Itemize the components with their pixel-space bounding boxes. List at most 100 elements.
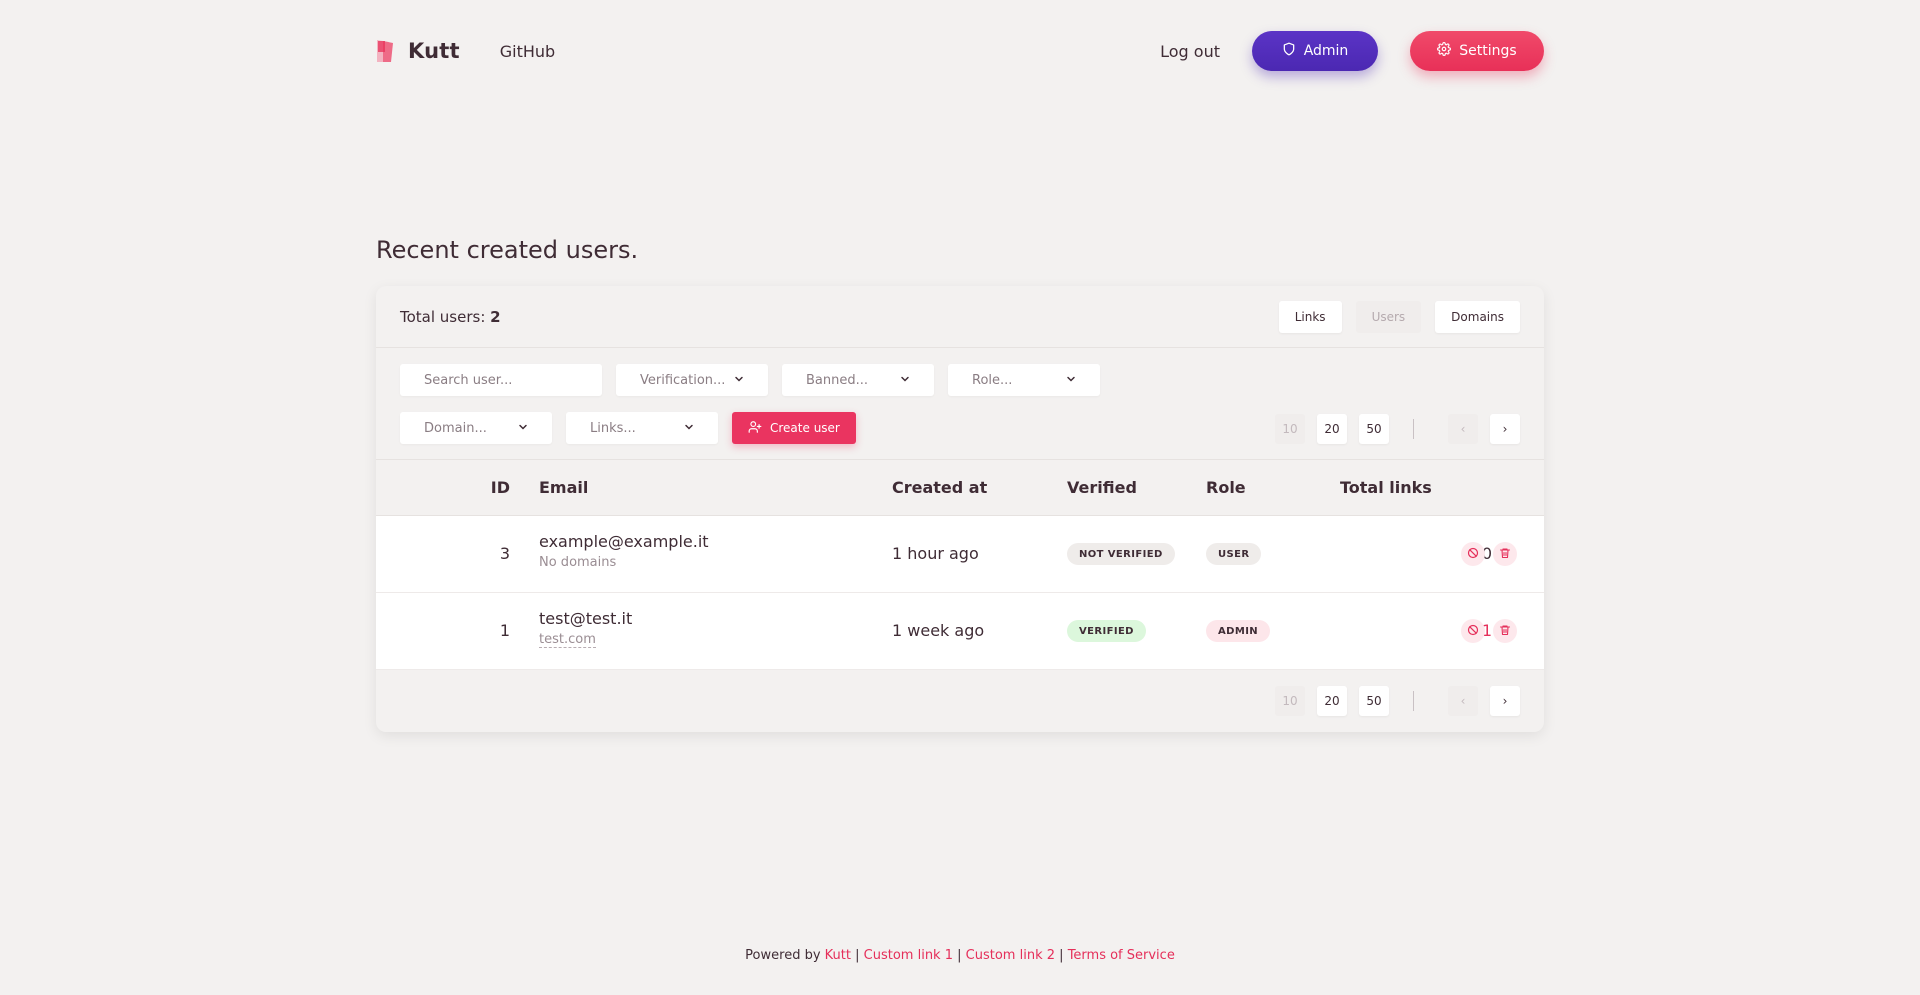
page-size-10[interactable]: 10 <box>1275 414 1305 444</box>
verification-select[interactable]: Verification... <box>616 364 768 396</box>
role-badge: USER <box>1206 543 1262 565</box>
row-actions <box>1461 619 1517 643</box>
header-actions: Log out Admin Settings <box>1160 31 1544 71</box>
search-user-input[interactable] <box>400 364 602 396</box>
delete-user-button[interactable] <box>1493 619 1517 643</box>
chevron-down-icon <box>900 373 910 388</box>
admin-button[interactable]: Admin <box>1252 31 1378 71</box>
top-nav: Kutt GitHub Log out Admin Settings <box>376 28 1544 74</box>
verified-badge: VERIFIED <box>1067 620 1146 642</box>
chevron-right-icon: › <box>1502 694 1508 708</box>
trash-icon <box>1499 547 1511 562</box>
page-size-20[interactable]: 20 <box>1317 414 1347 444</box>
prev-page-button[interactable]: ‹ <box>1448 686 1478 716</box>
next-page-button[interactable]: › <box>1490 414 1520 444</box>
chevron-down-icon <box>1066 373 1076 388</box>
footer-separator: | <box>855 948 860 963</box>
role-select-value: Role... <box>972 372 1013 388</box>
settings-button[interactable]: Settings <box>1410 31 1544 71</box>
header-email: Email <box>539 478 589 497</box>
logout-link[interactable]: Log out <box>1160 42 1220 61</box>
header-id: ID <box>490 478 510 497</box>
ban-user-button[interactable] <box>1461 542 1485 566</box>
table-row: 3 example@example.it No domains 1 hour a… <box>376 516 1544 593</box>
terms-of-service-link[interactable]: Terms of Service <box>1068 948 1175 963</box>
gear-icon <box>1437 42 1452 60</box>
ban-icon <box>1467 624 1479 639</box>
page-size-50[interactable]: 50 <box>1359 414 1389 444</box>
tab-users[interactable]: Users <box>1355 300 1422 333</box>
card-header: Total users: 2 Links Users Domains <box>376 286 1544 348</box>
header-role: Role <box>1206 478 1246 497</box>
page: Kutt GitHub Log out Admin Settings Recen… <box>0 0 1920 995</box>
row-domain-link[interactable]: test.com <box>539 632 596 648</box>
domain-select-value: Domain... <box>424 420 487 436</box>
powered-by-text: Powered by <box>745 948 821 963</box>
prev-page-button[interactable]: ‹ <box>1448 414 1478 444</box>
verification-select-value: Verification... <box>640 372 726 388</box>
header-verified: Verified <box>1067 478 1137 497</box>
pagination-top: 10 20 50 ‹ › <box>1275 414 1520 444</box>
row-domains: No domains <box>539 555 617 570</box>
total-users: Total users: 2 <box>400 308 501 326</box>
github-link[interactable]: GitHub <box>500 42 555 61</box>
role-badge: ADMIN <box>1206 620 1271 642</box>
chevron-down-icon <box>734 373 744 388</box>
settings-button-label: Settings <box>1459 43 1517 59</box>
domain-select[interactable]: Domain... <box>400 412 552 444</box>
admin-button-label: Admin <box>1303 43 1349 59</box>
custom-link-2[interactable]: Custom link 2 <box>966 948 1055 963</box>
row-id: 1 <box>499 621 510 640</box>
ban-icon <box>1467 547 1479 562</box>
banned-select-value: Banned... <box>806 372 869 388</box>
page-size-50[interactable]: 50 <box>1359 686 1389 716</box>
logo-link[interactable]: Kutt <box>376 38 460 64</box>
pagination-divider <box>1413 419 1414 439</box>
logo-text: Kutt <box>408 39 460 63</box>
tab-links[interactable]: Links <box>1278 300 1342 333</box>
create-user-button[interactable]: Create user <box>732 412 856 444</box>
ban-user-button[interactable] <box>1461 619 1485 643</box>
chevron-right-icon: › <box>1502 422 1508 436</box>
tab-domains[interactable]: Domains <box>1435 300 1520 333</box>
role-select[interactable]: Role... <box>948 364 1100 396</box>
filters-row-2: Domain... Links... Create user <box>400 412 856 444</box>
page-footer: Powered by Kutt | Custom link 1 | Custom… <box>0 948 1920 963</box>
links-select-value: Links... <box>590 420 636 436</box>
page-size-20[interactable]: 20 <box>1317 686 1347 716</box>
footer-separator: | <box>1059 948 1064 963</box>
chevron-down-icon <box>684 421 694 436</box>
row-id: 3 <box>499 544 510 563</box>
chevron-left-icon: ‹ <box>1460 694 1466 708</box>
links-select[interactable]: Links... <box>566 412 718 444</box>
row-email: test@test.it <box>539 609 633 628</box>
total-users-label: Total users: <box>400 307 486 326</box>
chevron-left-icon: ‹ <box>1460 422 1466 436</box>
row-created-at: 1 week ago <box>892 621 985 640</box>
shield-icon <box>1282 42 1296 60</box>
create-user-label: Create user <box>770 421 840 435</box>
row-actions <box>1461 542 1517 566</box>
chevron-down-icon <box>518 421 528 436</box>
footer-separator: | <box>957 948 962 963</box>
row-created-at: 1 hour ago <box>892 544 979 563</box>
banned-select[interactable]: Banned... <box>782 364 934 396</box>
delete-user-button[interactable] <box>1493 542 1517 566</box>
page-title: Recent created users. <box>376 236 639 264</box>
trash-icon <box>1499 624 1511 639</box>
pagination-divider <box>1413 691 1414 711</box>
table-row: 1 test@test.it test.com 1 week ago VERIF… <box>376 593 1544 670</box>
row-email: example@example.it <box>539 532 709 551</box>
user-plus-icon <box>748 420 762 437</box>
row-email-block: test@test.it test.com <box>539 609 632 648</box>
page-size-10[interactable]: 10 <box>1275 686 1305 716</box>
verified-badge: NOT VERIFIED <box>1067 543 1175 565</box>
custom-link-1[interactable]: Custom link 1 <box>864 948 953 963</box>
filters-bar: Verification... Banned... Role... Domain… <box>376 348 1544 460</box>
users-card: Total users: 2 Links Users Domains Verif… <box>376 286 1544 732</box>
total-users-value: 2 <box>490 307 501 326</box>
pagination-bottom: 10 20 50 ‹ › <box>1275 686 1520 716</box>
card-footer: 10 20 50 ‹ › <box>376 670 1544 732</box>
next-page-button[interactable]: › <box>1490 686 1520 716</box>
kutt-link[interactable]: Kutt <box>825 948 851 963</box>
